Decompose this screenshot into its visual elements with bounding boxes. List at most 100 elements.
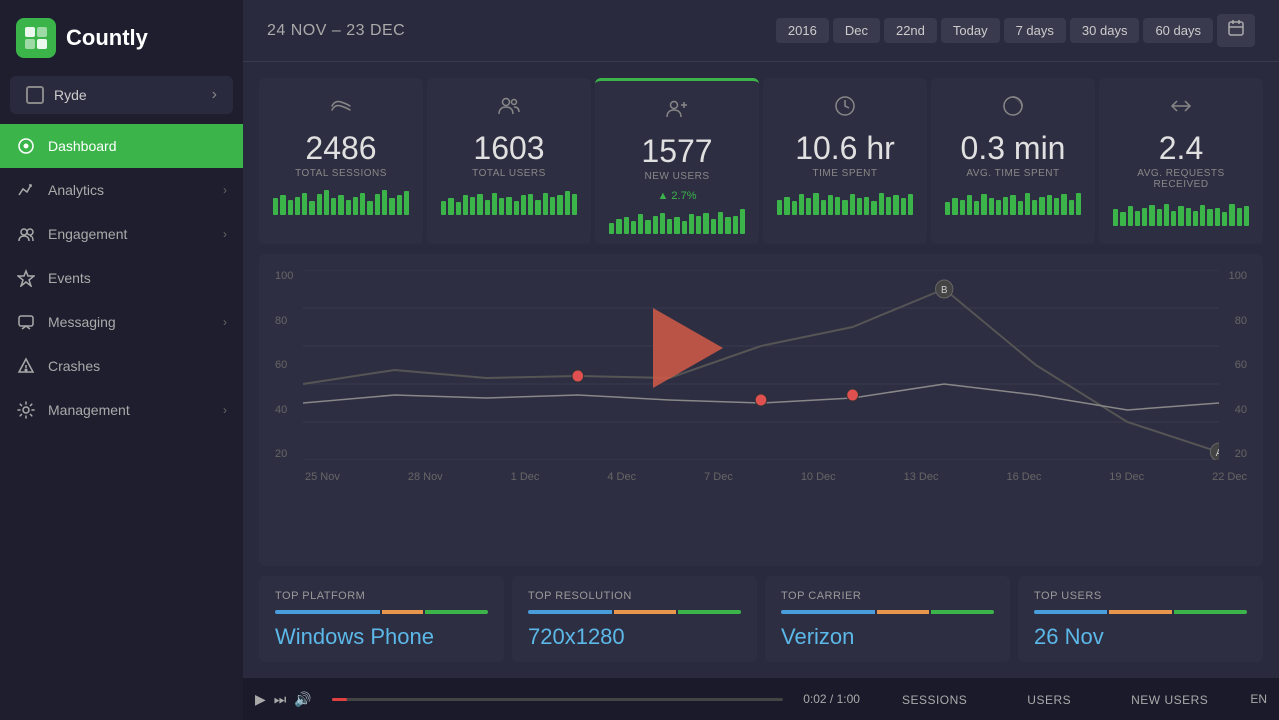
play-button[interactable] <box>653 308 723 388</box>
mini-bar <box>696 216 701 234</box>
sidebar-item-analytics[interactable]: Analytics › <box>0 168 243 212</box>
mini-bars-time <box>777 187 913 215</box>
video-bar: ▶ ⏭ 🔊 0:02 / 1:00 SESSIONS USERS NEW USE… <box>243 678 1279 720</box>
carrier-title: TOP CARRIER <box>781 590 994 602</box>
date-btn-7days[interactable]: 7 days <box>1004 18 1066 43</box>
mini-bar <box>1113 209 1118 226</box>
bar-segment <box>382 610 424 614</box>
x-label: 19 Dec <box>1109 471 1144 483</box>
y-label: 100 <box>275 270 303 282</box>
sidebar-item-dashboard[interactable]: Dashboard <box>0 124 243 168</box>
sidebar-item-management[interactable]: Management › <box>0 388 243 432</box>
mini-bar <box>725 217 730 234</box>
mini-bar <box>397 195 402 215</box>
mini-bar <box>967 195 972 215</box>
mini-bar <box>1178 206 1183 226</box>
date-btn-22nd[interactable]: 22nd <box>884 18 937 43</box>
time-display: 0:02 / 1:00 <box>803 692 860 706</box>
mini-bar <box>996 200 1001 215</box>
mini-bar <box>1135 211 1140 226</box>
sidebar-item-messaging[interactable]: Messaging › <box>0 300 243 344</box>
stat-value: 2486 <box>305 132 376 164</box>
stat-card-avg-time: 0.3 min AVG. TIME SPENT <box>931 78 1095 244</box>
bar-segment <box>528 610 612 614</box>
mini-bar <box>492 193 497 215</box>
tab-users[interactable]: USERS <box>997 685 1101 713</box>
calendar-button[interactable] <box>1217 14 1255 47</box>
skip-button[interactable]: ⏭ <box>274 691 287 708</box>
mini-bar <box>528 194 533 215</box>
mini-bar <box>543 193 548 215</box>
mini-bar <box>667 219 672 234</box>
date-controls: 2016 Dec 22nd Today 7 days 30 days 60 da… <box>776 14 1255 47</box>
mini-bar <box>1003 197 1008 215</box>
mini-bar <box>806 198 811 215</box>
bar-segment <box>1034 610 1107 614</box>
mini-bar <box>792 201 797 215</box>
mini-bar <box>616 219 621 234</box>
date-btn-dec[interactable]: Dec <box>833 18 880 43</box>
events-icon <box>16 268 36 288</box>
progress-fill <box>332 698 347 701</box>
mini-bar <box>660 213 665 234</box>
crashes-icon <box>16 356 36 376</box>
mini-bar <box>960 200 965 215</box>
requests-icon <box>1169 94 1193 124</box>
tab-new-users[interactable]: NEW USERS <box>1101 685 1238 713</box>
mini-bar <box>1215 208 1220 226</box>
x-label: 16 Dec <box>1006 471 1041 483</box>
app-selector-arrow: › <box>212 86 217 104</box>
video-progress-bar[interactable] <box>332 698 783 701</box>
mini-bar <box>813 193 818 215</box>
mini-bar <box>1120 212 1125 226</box>
main-content: 24 NOV – 23 DEC 2016 Dec 22nd Today 7 da… <box>243 0 1279 720</box>
date-btn-today[interactable]: Today <box>941 18 1000 43</box>
chart-container: 100 80 60 40 20 <box>259 254 1263 566</box>
mini-bar <box>609 223 614 234</box>
mini-bar <box>309 201 314 215</box>
date-btn-2016[interactable]: 2016 <box>776 18 829 43</box>
mini-bar <box>850 194 855 215</box>
mini-bar <box>1076 193 1081 215</box>
bar-segment <box>931 610 994 614</box>
y-label-right: 80 <box>1219 315 1247 327</box>
bar-segment <box>614 610 677 614</box>
bottom-card-top-users: TOP USERS 26 Nov <box>1018 576 1263 662</box>
sidebar-item-label: Messaging <box>48 314 211 330</box>
stat-value: 2.4 <box>1159 132 1203 164</box>
volume-button[interactable]: 🔊 <box>294 691 311 708</box>
mini-bar <box>346 200 351 215</box>
x-label: 1 Dec <box>511 471 540 483</box>
y-label-right: 20 <box>1219 448 1247 460</box>
carrier-bar <box>781 610 994 614</box>
play-pause-button[interactable]: ▶ <box>255 691 266 708</box>
sidebar-item-label: Analytics <box>48 182 211 198</box>
platform-value: Windows Phone <box>275 624 488 650</box>
sidebar-item-events[interactable]: Events <box>0 256 243 300</box>
mini-bar <box>1229 204 1234 226</box>
stat-card-avg-requests: 2.4 AVG. REQUESTS RECEIVED <box>1099 78 1263 244</box>
x-label: 13 Dec <box>904 471 939 483</box>
date-btn-60days[interactable]: 60 days <box>1143 18 1213 43</box>
mini-bar <box>1061 194 1066 215</box>
mini-bar <box>557 195 562 215</box>
x-label: 28 Nov <box>408 471 443 483</box>
bottom-tabs: SESSIONS USERS NEW USERS <box>872 685 1238 713</box>
x-label: 4 Dec <box>607 471 636 483</box>
mini-bar <box>981 194 986 215</box>
avg-time-icon <box>1001 94 1025 124</box>
sidebar-item-crashes[interactable]: Crashes <box>0 344 243 388</box>
mini-bar <box>404 191 409 215</box>
analytics-icon <box>16 180 36 200</box>
sidebar-item-engagement[interactable]: Engagement › <box>0 212 243 256</box>
header: 24 NOV – 23 DEC 2016 Dec 22nd Today 7 da… <box>243 0 1279 62</box>
top-users-value: 26 Nov <box>1034 624 1247 650</box>
tab-sessions[interactable]: SESSIONS <box>872 685 997 713</box>
mini-bar <box>682 221 687 234</box>
date-btn-30days[interactable]: 30 days <box>1070 18 1140 43</box>
stat-value: 10.6 hr <box>795 132 895 164</box>
mini-bar <box>1171 211 1176 226</box>
mini-bar <box>338 195 343 215</box>
app-selector[interactable]: Ryde › <box>10 76 233 114</box>
mini-bar <box>1207 209 1212 226</box>
